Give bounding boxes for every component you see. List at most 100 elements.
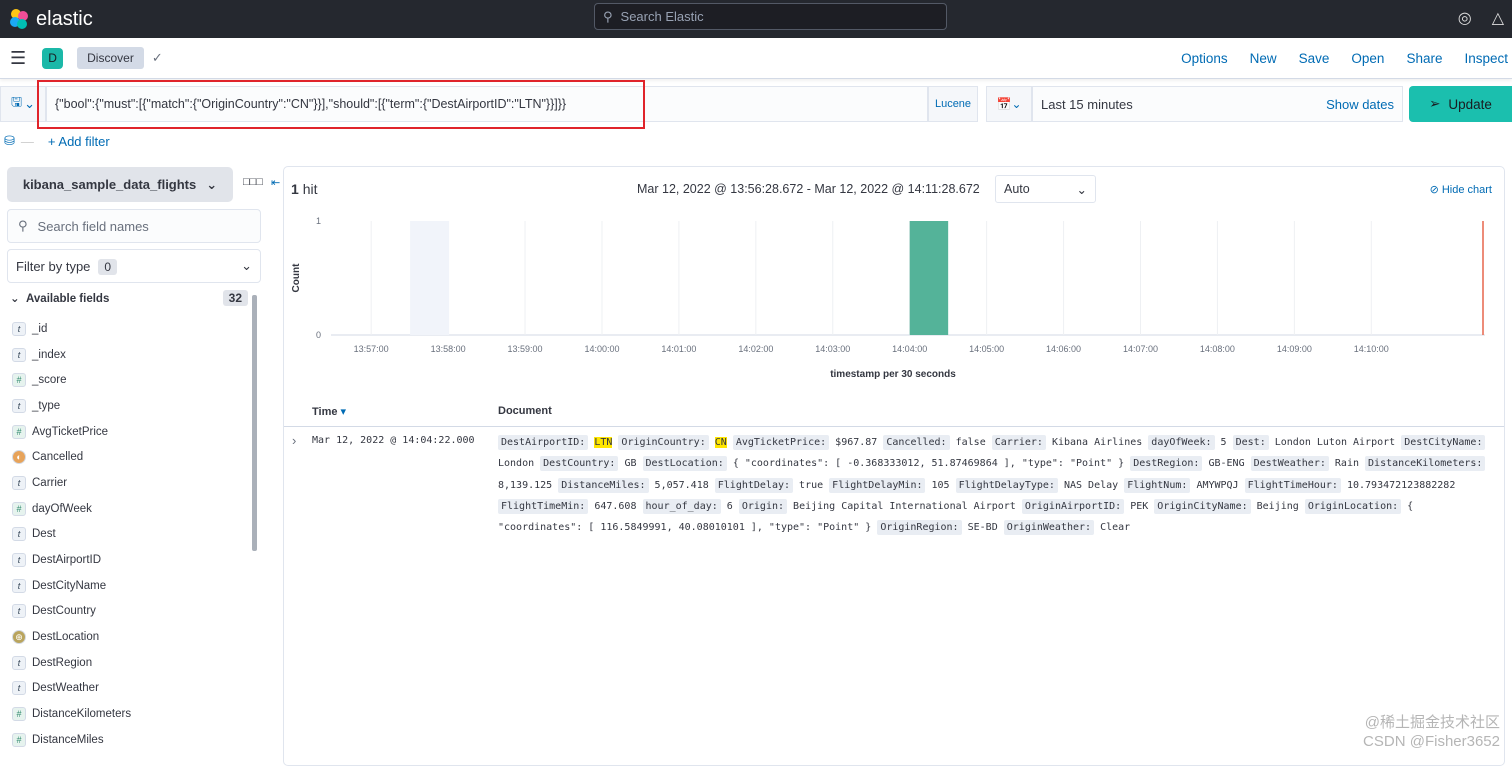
index-pattern-name: kibana_sample_data_flights [22,177,197,192]
more-options-icon[interactable]: □□□ [243,176,263,189]
field-type-icon: ◐ [12,450,26,465]
field-item[interactable]: ◐ Cancelled [12,444,131,470]
field-item[interactable]: t DestRegion [12,650,131,676]
field-list: t _id t _index # _score t _type # AvgTicketPrice ◐… [12,316,131,753]
available-fields-toggle[interactable]: ⌄ Available fields 32 [10,290,248,306]
doc-field-value: NAS Delay [1063,479,1119,491]
filter-by-type-button[interactable]: Filter by type 0 ⌄ [7,249,261,283]
x-tick-label: 14:03:00 [815,344,850,354]
breadcrumb[interactable]: Discover [77,47,144,69]
x-tick-label: 14:09:00 [1277,344,1312,354]
field-item[interactable]: t Dest [12,522,131,548]
field-item[interactable]: t _type [12,393,131,419]
check-icon: ✓ [151,50,163,65]
inspect-link[interactable]: Inspect [1464,51,1508,66]
doc-field-value: Beijing [1256,500,1299,512]
doc-field-value: $967.87 [835,437,878,448]
show-dates-link[interactable]: Show dates [1326,97,1394,112]
y-tick-label: 1 [316,216,321,226]
field-item[interactable]: t _id [12,316,131,342]
time-range-label: Last 15 minutes [1041,96,1133,112]
divider: — [20,133,34,149]
options-link[interactable]: Options [1181,51,1228,66]
doc-field-key: DistanceKilometers: [1365,456,1486,472]
doc-field-key: FlightTimeHour: [1244,477,1341,493]
field-type-icon: t [12,578,26,593]
search-placeholder: Search Elastic [620,9,704,24]
row-document: DestAirportID: LTN OriginCountry: CN Avg… [498,432,1498,538]
field-search-placeholder: Search field names [37,218,149,234]
doc-field-value: { "coordinates": [ -0.368333012, 51.8746… [732,458,1125,470]
chevron-down-icon: ⌄ [206,176,218,192]
quick-date-button[interactable]: 📅 ⌄ [986,86,1032,122]
field-item[interactable]: # DistanceKilometers [12,701,131,727]
add-filter-button[interactable]: + Add filter [48,134,110,149]
field-type-icon: t [12,321,26,336]
field-item[interactable]: t DestCityName [12,573,131,599]
expand-row-icon[interactable]: › [292,433,296,448]
share-link[interactable]: Share [1406,51,1442,66]
doc-field-key: OriginAirportID: [1021,498,1125,514]
global-search-input[interactable]: ⚲ Search Elastic [594,3,947,30]
elastic-logo[interactable]: elastic [8,8,93,31]
watermark: @稀土掘金技术社区 [1364,714,1500,731]
doc-field-key: FlightNum: [1124,477,1191,493]
column-time-label: Time [312,406,338,418]
field-item[interactable]: ⊕ DestLocation [12,624,131,650]
field-name: AvgTicketPrice [32,425,109,438]
open-link[interactable]: Open [1351,51,1384,66]
doc-field-value: CN [714,437,727,448]
brand-name: elastic [36,7,93,30]
date-picker[interactable]: Last 15 minutes Show dates [1032,86,1403,122]
histogram-chart[interactable]: 13:57:00 13:58:00 13:59:00 14:00:00 14:01:00… [284,167,1504,395]
field-item[interactable]: # DistanceMiles [12,727,131,753]
field-item[interactable]: t Carrier [12,470,131,496]
doc-field-value: 5 [1220,437,1227,448]
field-item[interactable]: t DestWeather [12,676,131,702]
sort-down-icon[interactable]: ▾ [341,406,347,418]
update-button[interactable]: ➢ Update [1409,86,1512,122]
field-type-icon: # [12,732,26,747]
field-name: DistanceKilometers [32,708,132,721]
query-language-button[interactable]: Lucene [928,86,978,122]
collapse-sidebar-icon[interactable]: ⇤ [271,176,280,189]
app-nav: ☰ D Discover ✓ Options New Save Open Sha… [0,38,1512,79]
field-search-input[interactable]: ⚲ Search field names [7,209,261,243]
doc-field-value: 10.793472123882282 [1346,479,1456,491]
save-link[interactable]: Save [1299,51,1330,66]
field-item[interactable]: # AvgTicketPrice [12,419,131,445]
saved-query-button[interactable]: 🖫 ⌄ [0,86,46,122]
field-type-icon: t [12,655,26,670]
field-name: DestAirportID [32,554,102,567]
index-pattern-selector[interactable]: kibana_sample_data_flights ⌄ [7,167,233,202]
field-item[interactable]: # dayOfWeek [12,496,131,522]
filter-icon[interactable]: ⛁ [4,133,15,149]
field-name: Dest [32,528,56,541]
doc-field-value: London [498,458,535,470]
field-name: DestWeather [32,682,99,695]
field-item[interactable]: t _index [12,342,131,368]
doc-field-key: Dest: [1232,435,1269,450]
doc-field-key: OriginCountry: [618,435,709,450]
field-name: DestCountry [32,605,96,618]
menu-icon[interactable]: ☰ [10,48,26,69]
doc-field-key: DestCountry: [540,456,619,472]
newsfeed-icon[interactable]: △ [1492,8,1504,28]
field-name: _index [32,348,66,361]
calendar-icon: 📅 [996,97,1012,111]
doc-field-value: Beijing Capital International Airport [793,500,1016,512]
new-link[interactable]: New [1250,51,1277,66]
field-item[interactable]: # _score [12,367,131,393]
field-item[interactable]: t DestAirportID [12,547,131,573]
hover-band [410,221,450,335]
doc-field-value: Rain [1334,458,1359,470]
doc-field-key: DestRegion: [1130,456,1203,472]
space-avatar[interactable]: D [42,47,64,69]
field-type-icon: ⊕ [12,630,26,645]
query-input[interactable]: {"bool":{"must":[{"match":{"OriginCountr… [46,86,928,122]
column-time[interactable]: Time ▾ [312,405,346,418]
doc-field-value: Clear [1100,522,1131,534]
scrollbar[interactable] [252,295,257,551]
field-item[interactable]: t DestCountry [12,599,131,625]
help-icon[interactable]: ◎ [1458,8,1472,28]
